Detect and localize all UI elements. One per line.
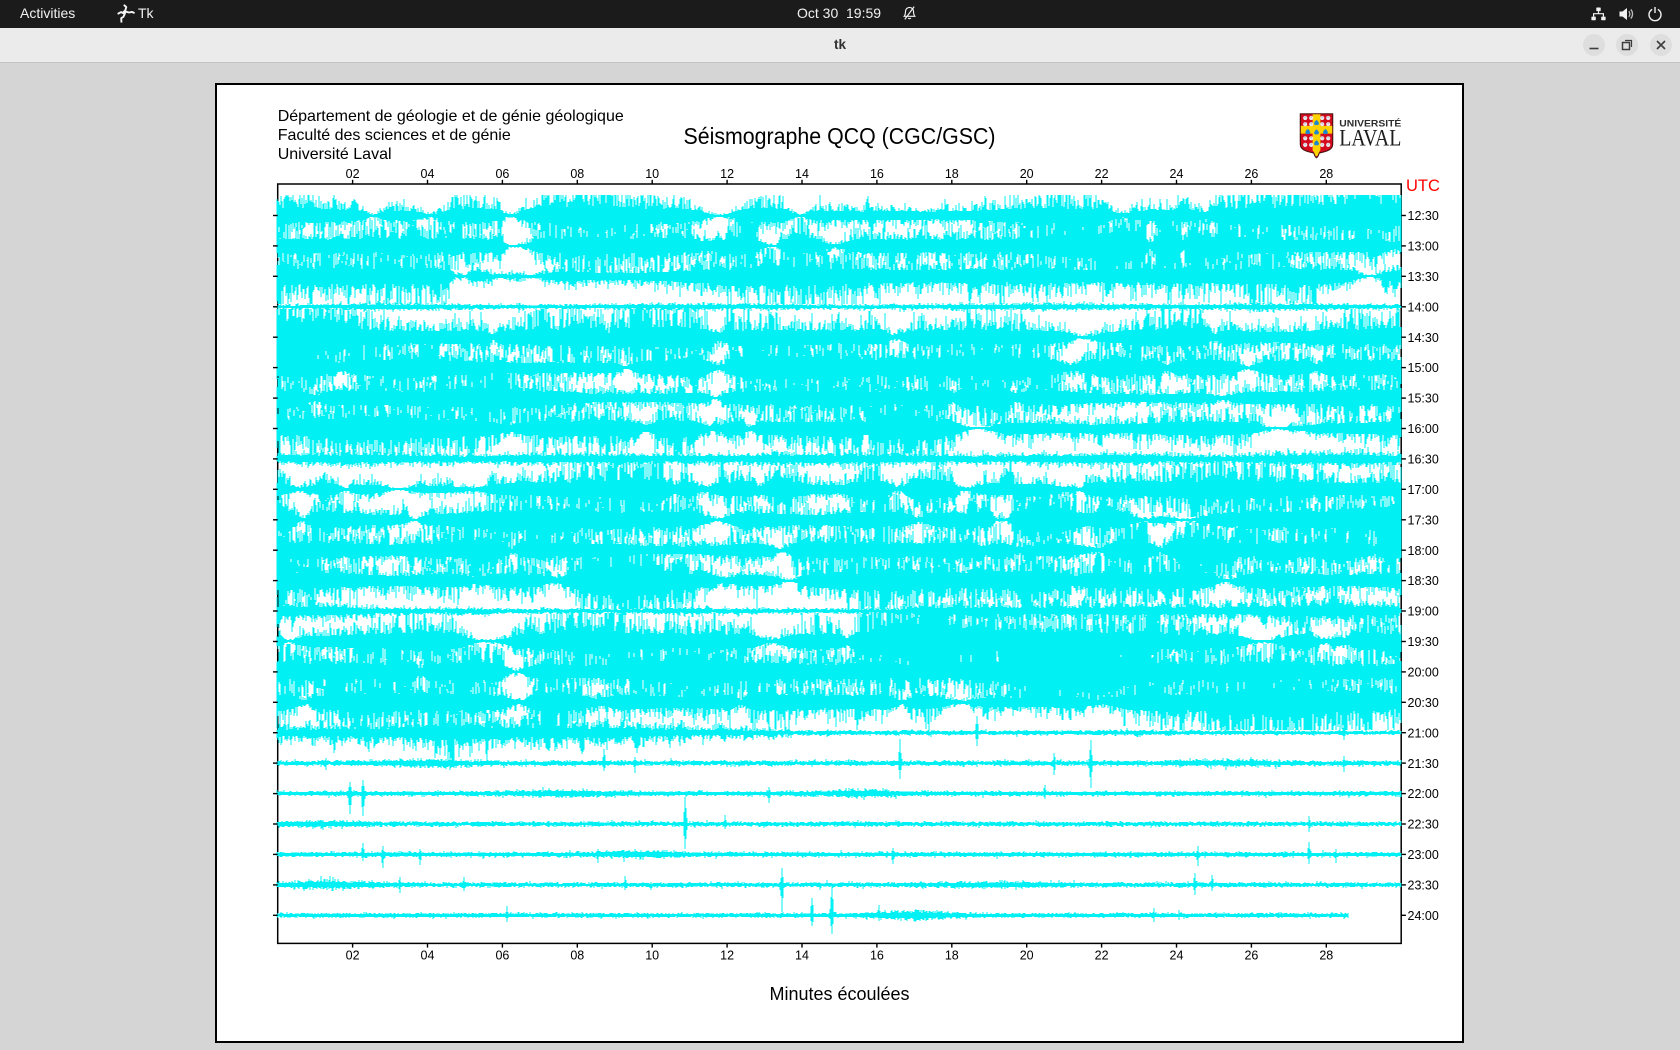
svg-text:16: 16 — [870, 167, 884, 181]
svg-text:13:00: 13:00 — [1408, 240, 1439, 254]
svg-text:20:00: 20:00 — [1408, 666, 1439, 680]
svg-text:18: 18 — [945, 167, 959, 181]
svg-text:26: 26 — [1244, 167, 1258, 181]
svg-text:23:00: 23:00 — [1408, 848, 1439, 862]
svg-text:04: 04 — [421, 167, 435, 181]
svg-text:LAVAL: LAVAL — [1339, 126, 1401, 151]
svg-text:20:30: 20:30 — [1408, 696, 1439, 710]
svg-text:08: 08 — [570, 949, 584, 963]
svg-text:16:30: 16:30 — [1408, 453, 1439, 467]
svg-text:24: 24 — [1170, 949, 1184, 963]
svg-text:02: 02 — [346, 167, 360, 181]
svg-text:24:00: 24:00 — [1408, 909, 1439, 923]
svg-text:15:00: 15:00 — [1408, 361, 1439, 375]
svg-text:26: 26 — [1244, 949, 1258, 963]
svg-text:Département de géologie et de: Département de géologie et de génie géol… — [278, 108, 624, 125]
svg-text:06: 06 — [495, 949, 509, 963]
svg-text:28: 28 — [1319, 167, 1333, 181]
svg-text:15:30: 15:30 — [1408, 392, 1439, 406]
svg-text:16: 16 — [870, 949, 884, 963]
svg-text:22: 22 — [1095, 949, 1109, 963]
svg-text:14: 14 — [795, 949, 809, 963]
svg-text:22:00: 22:00 — [1408, 787, 1439, 801]
svg-text:UTC: UTC — [1406, 177, 1440, 195]
svg-text:02: 02 — [346, 949, 360, 963]
svg-text:12:30: 12:30 — [1408, 209, 1439, 223]
svg-text:20: 20 — [1020, 167, 1034, 181]
svg-text:19:30: 19:30 — [1408, 635, 1439, 649]
svg-text:Faculté des sciences et de gén: Faculté des sciences et de génie — [278, 127, 511, 144]
svg-text:08: 08 — [570, 167, 584, 181]
svg-text:06: 06 — [495, 167, 509, 181]
svg-text:12: 12 — [720, 949, 734, 963]
svg-text:20: 20 — [1020, 949, 1034, 963]
svg-text:19:00: 19:00 — [1408, 605, 1439, 619]
svg-text:14:00: 14:00 — [1408, 300, 1439, 314]
svg-text:14: 14 — [795, 167, 809, 181]
svg-text:Séismographe QCQ (CGC/GSC): Séismographe QCQ (CGC/GSC) — [684, 123, 996, 149]
svg-text:24: 24 — [1170, 167, 1184, 181]
svg-text:10: 10 — [645, 949, 659, 963]
svg-text:23:30: 23:30 — [1408, 879, 1439, 893]
svg-text:14:30: 14:30 — [1408, 331, 1439, 345]
svg-text:21:00: 21:00 — [1408, 726, 1439, 740]
svg-text:Université Laval: Université Laval — [278, 146, 392, 163]
svg-text:22: 22 — [1095, 167, 1109, 181]
svg-text:18:00: 18:00 — [1408, 544, 1439, 558]
svg-text:Minutes écoulées: Minutes écoulées — [769, 984, 909, 1004]
svg-text:18:30: 18:30 — [1408, 574, 1439, 588]
svg-text:13:30: 13:30 — [1408, 270, 1439, 284]
svg-text:21:30: 21:30 — [1408, 757, 1439, 771]
svg-text:28: 28 — [1319, 949, 1333, 963]
svg-text:17:30: 17:30 — [1408, 513, 1439, 527]
svg-text:04: 04 — [421, 949, 435, 963]
svg-text:16:00: 16:00 — [1408, 422, 1439, 436]
svg-text:17:00: 17:00 — [1408, 483, 1439, 497]
svg-text:22:30: 22:30 — [1408, 818, 1439, 832]
svg-text:10: 10 — [645, 167, 659, 181]
svg-text:18: 18 — [945, 949, 959, 963]
svg-text:12: 12 — [720, 167, 734, 181]
